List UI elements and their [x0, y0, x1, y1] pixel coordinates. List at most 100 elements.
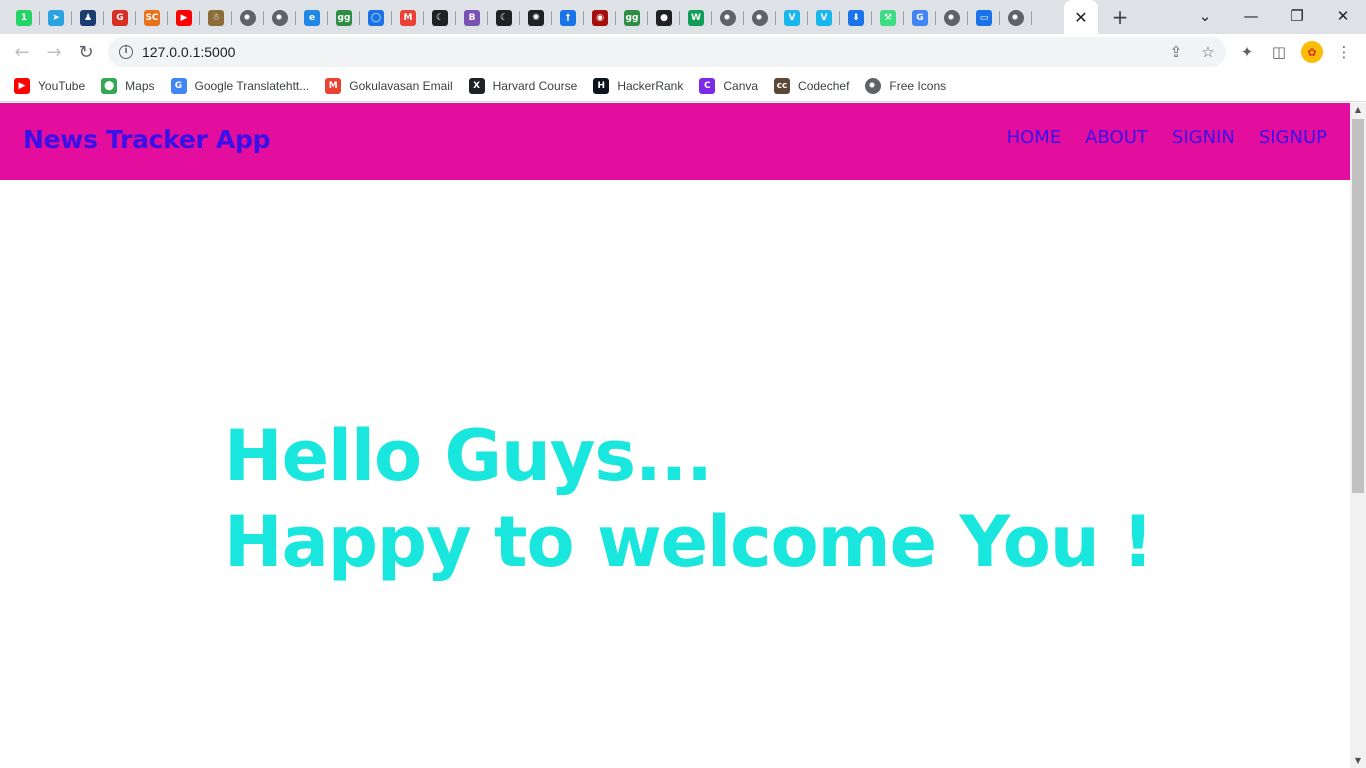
- restore-button[interactable]: ❐: [1274, 0, 1320, 32]
- bookmark-label: Free Icons: [889, 78, 947, 93]
- browser-tab[interactable]: gg: [328, 5, 360, 31]
- page-scrollbar[interactable]: ▲ ▼: [1350, 103, 1366, 768]
- android-tool-icon: ⚒: [880, 10, 896, 26]
- bookmark-item[interactable]: H HackerRank: [593, 72, 683, 100]
- browser-tab[interactable]: B: [456, 5, 488, 31]
- student-icon: ♟: [80, 10, 96, 26]
- page-viewport: News Tracker App HOME ABOUT SIGNIN SIGNU…: [0, 103, 1350, 768]
- address-bar[interactable]: i 127.0.0.1:5000 ⇪ ☆: [108, 37, 1226, 67]
- bookmark-label: Maps: [125, 78, 155, 93]
- browser-tab[interactable]: [744, 5, 776, 31]
- browser-tab[interactable]: G: [104, 5, 136, 31]
- app-icon: ☃: [208, 10, 224, 26]
- browser-tab[interactable]: ⚒: [872, 5, 904, 31]
- bookmark-label: Google Translatehtt...: [194, 78, 310, 93]
- tab-search-dropdown-icon[interactable]: ⌄: [1182, 0, 1228, 32]
- bookmark-item[interactable]: M Gokulavasan Email: [325, 72, 453, 100]
- scroll-down-arrow-icon[interactable]: ▼: [1350, 754, 1366, 768]
- bookmark-label: Harvard Course: [492, 78, 578, 93]
- browser-tab[interactable]: ▭: [968, 5, 1000, 31]
- minimize-button[interactable]: —: [1228, 0, 1274, 32]
- browser-tab[interactable]: ♟: [72, 5, 104, 31]
- browser-tab[interactable]: SC: [136, 5, 168, 31]
- browser-tab[interactable]: G: [904, 5, 936, 31]
- menu-icon[interactable]: ⋮: [1333, 41, 1355, 63]
- browser-tab[interactable]: ●: [648, 5, 680, 31]
- browser-tab[interactable]: ☾: [488, 5, 520, 31]
- w-icon: W: [688, 10, 704, 26]
- moon-icon: ☾: [496, 10, 512, 26]
- browser-tab[interactable]: †: [552, 5, 584, 31]
- extensions-icon[interactable]: ✦: [1236, 41, 1258, 63]
- site-info-icon[interactable]: i: [119, 45, 133, 59]
- close-tab-icon[interactable]: ✕: [1074, 8, 1087, 27]
- url-text[interactable]: 127.0.0.1:5000: [142, 44, 235, 60]
- youtube-icon: ▶: [176, 10, 192, 26]
- globe-icon: [272, 10, 288, 26]
- geeksforgeeks-icon: gg: [624, 10, 640, 26]
- bookmark-item[interactable]: G Google Translatehtt...: [170, 72, 310, 100]
- bookmark-label: Canva: [723, 78, 759, 93]
- bookmark-star-icon[interactable]: ☆: [1198, 42, 1218, 62]
- nav-link-home[interactable]: HOME: [1007, 127, 1062, 148]
- bookmark-item[interactable]: C Canva: [699, 72, 758, 100]
- bookmark-item[interactable]: ▶ YouTube: [14, 72, 85, 100]
- reload-button[interactable]: ↻: [72, 38, 100, 66]
- browser-tab[interactable]: [264, 5, 296, 31]
- browser-tab[interactable]: ☃: [200, 5, 232, 31]
- bookmark-label: Gokulavasan Email: [349, 78, 453, 93]
- tab-list: 1 ➤ ♟ G SC ▶ ☃ e gg ◯ M ☾ B ☾ ✺ † ◉ gg ● W V V ⬇ ⚒ G ▭: [8, 4, 1032, 32]
- side-panel-icon[interactable]: ◫: [1268, 41, 1290, 63]
- browser-tab[interactable]: [1000, 5, 1032, 31]
- browser-tab[interactable]: [936, 5, 968, 31]
- new-tab-button[interactable]: +: [1108, 4, 1132, 30]
- browser-tab[interactable]: gg: [616, 5, 648, 31]
- codechef-icon: cc: [774, 77, 791, 94]
- forward-button[interactable]: →: [40, 38, 68, 66]
- browser-tab[interactable]: ◉: [584, 5, 616, 31]
- bookmark-label: YouTube: [38, 78, 86, 93]
- browser-tab[interactable]: ⬇: [840, 5, 872, 31]
- browser-tab[interactable]: ◯: [360, 5, 392, 31]
- whatsapp-icon: 1: [16, 10, 32, 26]
- browser-tab[interactable]: M: [392, 5, 424, 31]
- nav-links: HOME ABOUT SIGNIN SIGNUP: [983, 127, 1327, 148]
- globe-icon: [240, 10, 256, 26]
- bookmark-item[interactable]: cc Codechef: [774, 72, 849, 100]
- globe-icon: [944, 10, 960, 26]
- back-button[interactable]: ←: [8, 38, 36, 66]
- google-icon: G: [912, 10, 928, 26]
- brand-title[interactable]: News Tracker App: [23, 125, 270, 154]
- share-icon[interactable]: ⇪: [1166, 42, 1186, 62]
- scroll-up-arrow-icon[interactable]: ▲: [1350, 103, 1366, 117]
- canva-icon: C: [699, 77, 716, 94]
- browser-tab[interactable]: V: [808, 5, 840, 31]
- gmail-icon: M: [325, 77, 342, 94]
- github-icon: ●: [656, 10, 672, 26]
- profile-avatar[interactable]: ✿: [1301, 41, 1323, 63]
- close-window-button[interactable]: ✕: [1320, 0, 1366, 32]
- browser-tab[interactable]: W: [680, 5, 712, 31]
- browser-tab[interactable]: ➤: [40, 5, 72, 31]
- browser-tab[interactable]: [712, 5, 744, 31]
- globe-icon: [1008, 10, 1024, 26]
- x-icon: X: [468, 77, 485, 94]
- browser-tab[interactable]: V: [776, 5, 808, 31]
- active-tab[interactable]: ✕: [1064, 0, 1098, 34]
- hackerrank-icon: H: [593, 77, 610, 94]
- browser-tab[interactable]: e: [296, 5, 328, 31]
- geeksforgeeks-icon: gg: [336, 10, 352, 26]
- bookmark-item[interactable]: Free Icons: [865, 72, 946, 100]
- browser-tab[interactable]: 1: [8, 5, 40, 31]
- nav-link-signin[interactable]: SIGNIN: [1172, 127, 1235, 148]
- sc-icon: SC: [144, 10, 160, 26]
- browser-tab[interactable]: ☾: [424, 5, 456, 31]
- scroll-thumb[interactable]: [1352, 119, 1364, 493]
- nav-link-signup[interactable]: SIGNUP: [1259, 127, 1327, 148]
- nav-link-about[interactable]: ABOUT: [1085, 127, 1148, 148]
- browser-tab[interactable]: ✺: [520, 5, 552, 31]
- browser-tab[interactable]: [232, 5, 264, 31]
- browser-tab[interactable]: ▶: [168, 5, 200, 31]
- bookmark-item[interactable]: X Harvard Course: [468, 72, 578, 100]
- bookmark-item[interactable]: ⬤ Maps: [101, 72, 155, 100]
